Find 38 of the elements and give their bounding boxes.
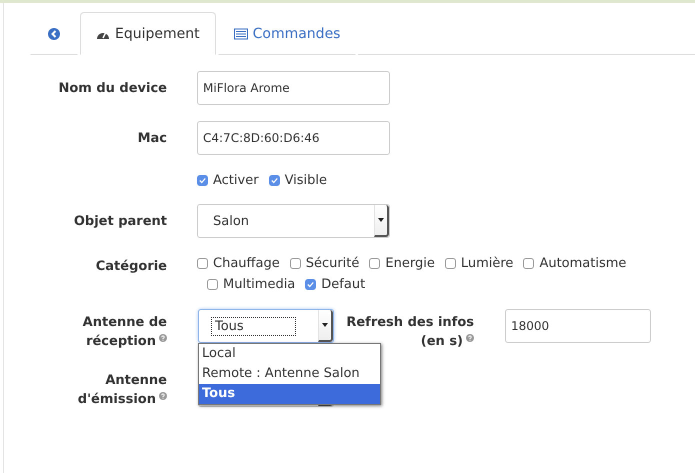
field-label: Refresh des infos xyxy=(346,314,474,332)
check-icon xyxy=(270,176,279,185)
checkbox-option[interactable]: Visible xyxy=(268,173,328,188)
checkbox-option[interactable]: Energie xyxy=(369,256,435,271)
help-icon xyxy=(159,392,167,400)
checkbox-option[interactable]: Sécurité xyxy=(290,256,360,271)
checkbox-option[interactable]: Chauffage xyxy=(197,256,280,271)
name-input[interactable]: MiFlora Arome xyxy=(197,71,390,105)
help-icon xyxy=(159,334,167,342)
field-label: (en s) xyxy=(420,333,463,351)
checkbox-option[interactable]: Automatisme xyxy=(523,256,626,271)
dropdown-option[interactable]: Remote : Antenne Salon xyxy=(199,364,380,384)
parent-select[interactable]: Salon xyxy=(197,204,390,238)
list-icon xyxy=(234,28,248,40)
reception-select[interactable]: Tous xyxy=(198,309,334,343)
check-icon xyxy=(198,176,207,185)
field-label: réception xyxy=(86,333,156,351)
field-label: Objet parent xyxy=(72,214,168,228)
field-label: d'émission xyxy=(78,391,156,409)
caret-icon xyxy=(378,218,384,222)
field-label: Catégorie xyxy=(94,258,168,274)
refresh-input[interactable]: 18000 xyxy=(505,309,651,343)
field-label: Antenne xyxy=(105,372,167,390)
mac-input[interactable]: C4:7C:8D:60:D6:46 xyxy=(197,121,390,155)
help-icon xyxy=(466,334,474,342)
tab[interactable]: Equipement xyxy=(80,12,216,55)
field-label: Antenne de xyxy=(82,314,167,332)
checkbox-option[interactable]: Multimedia xyxy=(207,277,296,292)
tab[interactable]: Commandes xyxy=(218,12,356,55)
check-icon xyxy=(306,280,316,289)
field-label: Nom du device xyxy=(57,80,168,96)
field-label: Mac xyxy=(136,130,168,146)
checkbox-option[interactable]: Defaut xyxy=(305,277,366,292)
checkbox-option[interactable]: Activer xyxy=(197,173,259,188)
dropdown-option[interactable]: Local xyxy=(199,344,380,364)
checkbox-option[interactable]: Lumière xyxy=(444,256,514,271)
dropdown-option[interactable]: Tous xyxy=(199,384,380,404)
caret-icon xyxy=(322,323,328,327)
